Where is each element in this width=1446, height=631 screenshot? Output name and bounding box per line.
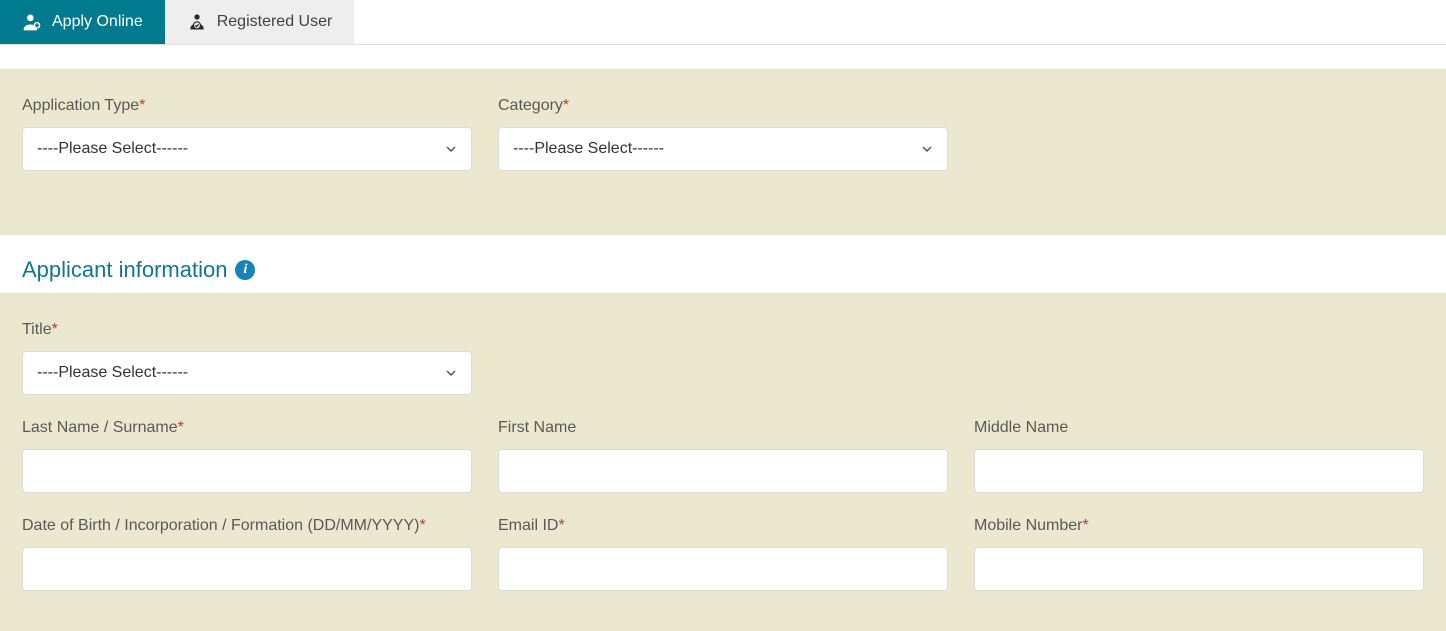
tab-bar: Apply Online Registered User — [0, 0, 1446, 45]
title-label: Title* — [22, 321, 472, 339]
user-plus-icon — [22, 12, 42, 32]
middle-name-label: Middle Name — [974, 419, 1424, 437]
middle-name-field[interactable] — [974, 449, 1424, 493]
application-type-select[interactable]: ----Please Select------ — [22, 127, 472, 171]
title-value: ----Please Select------ — [37, 364, 188, 382]
category-label: Category* — [498, 97, 948, 115]
mobile-label: Mobile Number* — [974, 517, 1424, 535]
tab-apply-label: Apply Online — [52, 13, 143, 31]
tab-registered-user[interactable]: Registered User — [165, 0, 355, 44]
applicant-info-form: Title* ----Please Select------ Last Name… — [0, 293, 1446, 631]
dob-field[interactable] — [22, 547, 472, 591]
section-title: Applicant information — [22, 257, 227, 283]
dob-label: Date of Birth / Incorporation / Formatio… — [22, 517, 472, 535]
applicant-info-heading-section: Applicant information i — [0, 235, 1446, 293]
tab-apply-online[interactable]: Apply Online — [0, 0, 165, 44]
chevron-down-icon — [921, 143, 933, 155]
application-meta-section: Application Type* ----Please Select-----… — [0, 69, 1446, 235]
first-name-label: First Name — [498, 419, 948, 437]
last-name-label: Last Name / Surname* — [22, 419, 472, 437]
first-name-field[interactable] — [498, 449, 948, 493]
email-field[interactable] — [498, 547, 948, 591]
title-select[interactable]: ----Please Select------ — [22, 351, 472, 395]
tab-registered-label: Registered User — [217, 13, 333, 31]
info-icon[interactable]: i — [235, 260, 255, 280]
last-name-field[interactable] — [22, 449, 472, 493]
user-check-icon — [187, 12, 207, 32]
category-value: ----Please Select------ — [513, 140, 664, 158]
application-type-label: Application Type* — [22, 97, 472, 115]
chevron-down-icon — [445, 367, 457, 379]
application-type-value: ----Please Select------ — [37, 140, 188, 158]
mobile-field[interactable] — [974, 547, 1424, 591]
category-select[interactable]: ----Please Select------ — [498, 127, 948, 171]
email-label: Email ID* — [498, 517, 948, 535]
chevron-down-icon — [445, 143, 457, 155]
